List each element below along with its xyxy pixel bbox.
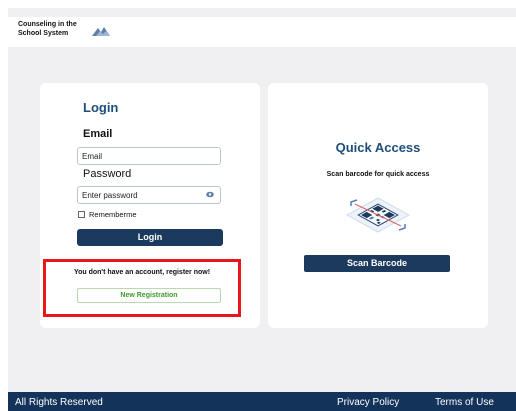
register-prompt: You don't have an account, register now! (73, 269, 211, 276)
quick-access-subtitle: Scan barcode for quick access (326, 171, 430, 178)
remember-me-label: Rememberme (89, 210, 137, 219)
qr-code-scan-icon (345, 197, 411, 233)
app-header: Counseling in the School System (8, 17, 516, 47)
quick-access-card: Quick Access Scan barcode for quick acce… (268, 83, 488, 328)
mountain-logo-icon[interactable] (92, 26, 110, 36)
brand-line-1: Counseling in the (18, 21, 77, 28)
footer-rights: All Rights Reserved (15, 397, 103, 408)
email-label: Email (83, 128, 113, 140)
brand-line-2: School System (18, 30, 69, 37)
new-registration-button[interactable]: New Registration (77, 288, 221, 303)
login-title: Login (83, 100, 119, 115)
password-field[interactable] (77, 186, 221, 204)
login-button[interactable]: Login (77, 229, 223, 246)
brand-name[interactable]: Counseling in the School System (18, 20, 98, 38)
terms-of-use-link[interactable]: Terms of Use (435, 397, 494, 408)
privacy-policy-link[interactable]: Privacy Policy (337, 397, 399, 408)
remember-me[interactable]: Rememberme (78, 210, 137, 219)
email-field[interactable] (77, 147, 221, 165)
footer: All Rights Reserved Privacy Policy Terms… (8, 392, 516, 411)
eye-icon[interactable] (206, 191, 214, 198)
remember-me-checkbox[interactable] (78, 211, 85, 218)
register-highlight-box: You don't have an account, register now!… (43, 259, 241, 317)
quick-access-title: Quick Access (335, 140, 421, 155)
password-label: Password (83, 168, 132, 180)
scan-barcode-button[interactable]: Scan Barcode (304, 255, 450, 272)
